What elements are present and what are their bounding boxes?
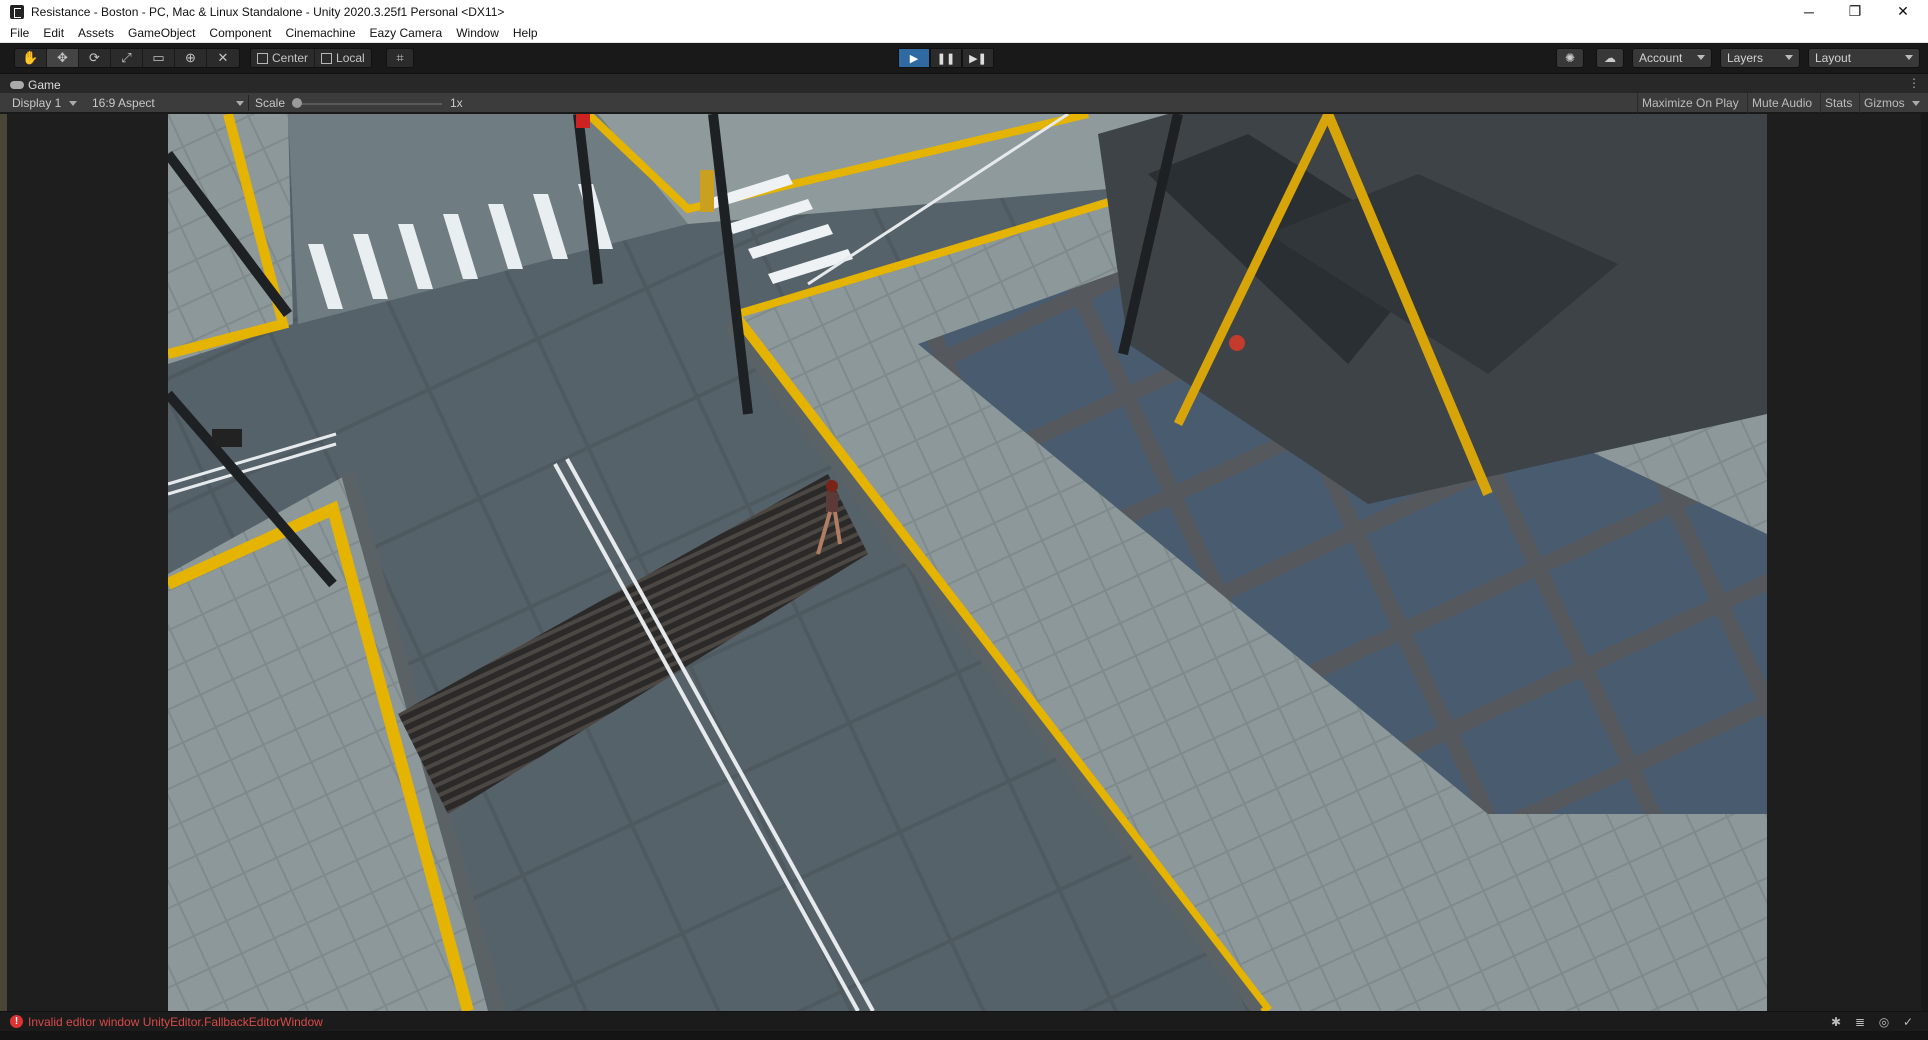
main-toolbar: ✋ ✥ ⟳ ⤢ ▭ ⊕ ✕ Center Local ⌗ ▶ ❚❚ ▶❚ ✺ ☁… [0, 43, 1928, 73]
chevron-down-icon [1697, 55, 1705, 60]
tab-menu-icon[interactable]: ⋮ [1908, 76, 1920, 90]
move-tool-icon[interactable]: ✥ [47, 49, 79, 67]
menu-assets[interactable]: Assets [78, 26, 114, 40]
cube-icon [321, 52, 333, 64]
title-bar: Resistance - Boston - PC, Mac & Linux St… [0, 0, 1928, 23]
console-error-message[interactable]: Invalid editor window UnityEditor.Fallba… [28, 1015, 323, 1029]
scale-value: 1x [450, 96, 463, 110]
city-street-scene [168, 114, 1767, 1011]
hand-tool-icon[interactable]: ✋ [15, 49, 47, 67]
chevron-down-icon [1785, 55, 1793, 60]
traffic-light [700, 170, 714, 212]
display-label: Display 1 [12, 96, 62, 110]
traffic-light [212, 429, 242, 447]
play-controls: ▶ ❚❚ ▶❚ [898, 48, 994, 68]
error-icon: ! [10, 1015, 23, 1028]
account-dropdown[interactable]: Account [1632, 48, 1712, 68]
minimize-button[interactable]: ─ [1786, 0, 1832, 23]
aspect-dropdown[interactable]: 16:9 Aspect [92, 93, 244, 113]
play-button[interactable]: ▶ [898, 48, 930, 68]
menu-help[interactable]: Help [513, 26, 538, 40]
aspect-label: 16:9 Aspect [92, 96, 155, 110]
chevron-down-icon [69, 100, 78, 106]
layout-dropdown[interactable]: Layout [1808, 48, 1920, 68]
mute-audio-toggle[interactable]: Mute Audio [1747, 93, 1816, 113]
scale-slider-handle[interactable] [292, 98, 302, 108]
display-dropdown[interactable]: Display 1 [12, 93, 78, 113]
menu-gameobject[interactable]: GameObject [128, 26, 195, 40]
game-tab-strip: Game ⋮ [0, 73, 1928, 93]
maximize-on-play-toggle[interactable]: Maximize On Play [1637, 93, 1743, 113]
tab-game-label: Game [28, 77, 61, 92]
menu-eazy-camera[interactable]: Eazy Camera [370, 26, 443, 40]
tab-game[interactable]: Game [10, 75, 61, 94]
menu-edit[interactable]: Edit [43, 26, 64, 40]
menu-window[interactable]: Window [456, 26, 499, 40]
account-label: Account [1639, 51, 1683, 65]
bug-icon[interactable]: ✱ [1828, 1015, 1844, 1029]
unity-logo-icon [10, 4, 24, 19]
rect-tool-icon[interactable]: ▭ [143, 49, 175, 67]
menu-component[interactable]: Component [209, 26, 271, 40]
window-title: Resistance - Boston - PC, Mac & Linux St… [31, 4, 505, 19]
status-bar: ! Invalid editor window UnityEditor.Fall… [0, 1011, 1928, 1031]
collab-icon[interactable]: ✺ [1556, 48, 1584, 68]
game-view-controls: Display 1 16:9 Aspect Scale 1x Maximize … [0, 93, 1928, 113]
chevron-down-icon [1912, 100, 1920, 106]
cloud-icon[interactable]: ☁ [1596, 48, 1624, 68]
traffic-light [576, 114, 590, 128]
gamepad-icon [10, 80, 24, 89]
step-button[interactable]: ▶❚ [962, 48, 994, 68]
divider [248, 95, 249, 111]
scale-slider-track[interactable] [296, 103, 442, 105]
pivot-mode-label: Center [272, 51, 309, 65]
layers-label: Layers [1727, 51, 1764, 65]
scale-tool-icon[interactable]: ⤢ [111, 49, 143, 67]
check-icon[interactable]: ✓ [1900, 1015, 1916, 1029]
left-panel-edge [0, 114, 7, 1011]
menu-cinemachine[interactable]: Cinemachine [285, 26, 355, 40]
layers-dropdown[interactable]: Layers [1720, 48, 1800, 68]
pause-button[interactable]: ❚❚ [930, 48, 962, 68]
rotate-tool-icon[interactable]: ⟳ [79, 49, 111, 67]
pivot-rotation-button[interactable]: Local [315, 49, 371, 67]
stack-icon[interactable]: ≣ [1852, 1015, 1868, 1029]
transform-tools: ✋ ✥ ⟳ ⤢ ▭ ⊕ ✕ [14, 48, 240, 68]
scale-label: Scale [255, 96, 286, 110]
gizmos-menu[interactable] [1912, 93, 1920, 113]
transform-tool-icon[interactable]: ⊕ [175, 49, 207, 67]
menu-bar: File Edit Assets GameObject Component Ci… [0, 23, 1928, 43]
stats-toggle[interactable]: Stats [1820, 93, 1856, 113]
game-render-view[interactable] [168, 114, 1767, 1011]
grid-snap-icon[interactable]: ⌗ [387, 49, 413, 67]
custom-tool-icon[interactable]: ✕ [207, 49, 239, 67]
gizmos-toggle[interactable]: Gizmos [1859, 93, 1919, 113]
building-sign-icon [1229, 335, 1245, 351]
close-button[interactable]: ✕ [1880, 0, 1926, 23]
pivot-center-icon [257, 52, 268, 64]
chevron-down-icon [1905, 55, 1913, 60]
layout-label: Layout [1815, 51, 1852, 65]
pivot-rotation-label: Local [336, 51, 365, 65]
pivot-tools: Center Local [250, 48, 372, 68]
grid-snap-group: ⌗ [386, 48, 414, 68]
menu-file[interactable]: File [10, 26, 29, 40]
eye-icon[interactable]: ◎ [1876, 1015, 1892, 1029]
chevron-down-icon [236, 100, 244, 106]
pivot-mode-button[interactable]: Center [251, 49, 316, 67]
window-bottom-edge [0, 1031, 1928, 1040]
restore-button[interactable]: ❐ [1832, 0, 1878, 23]
